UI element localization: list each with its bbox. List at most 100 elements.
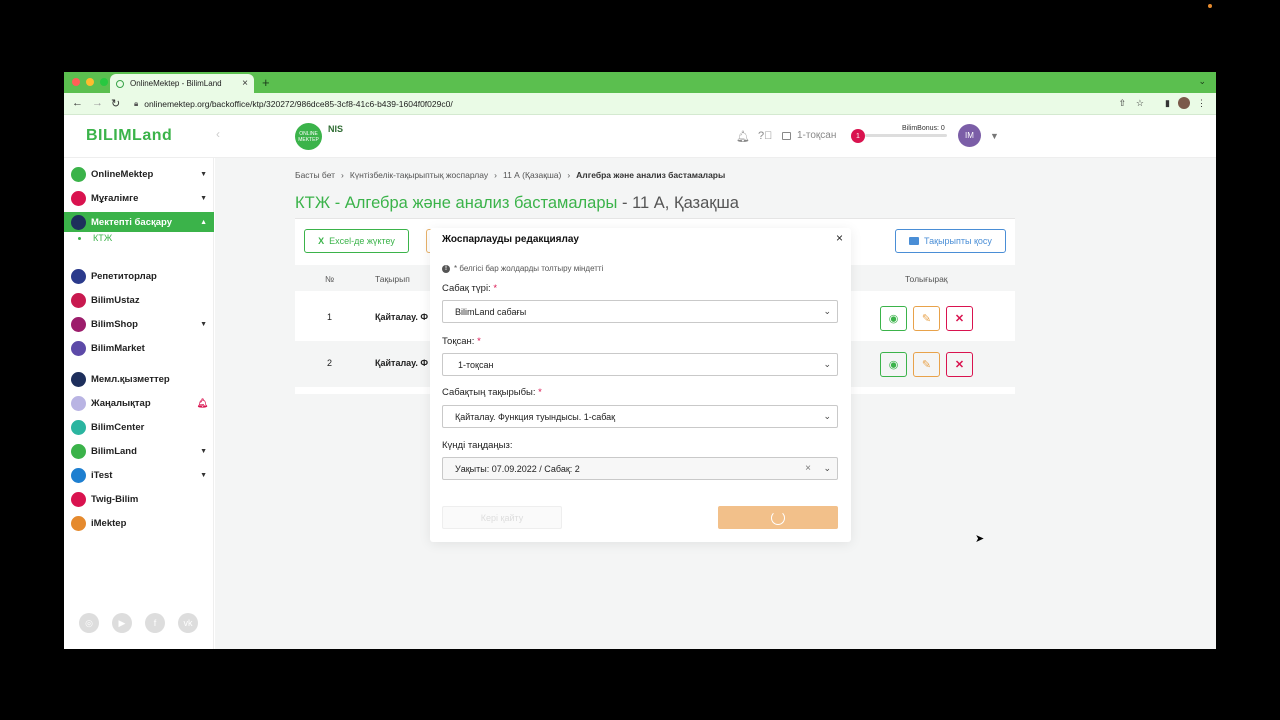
edit-plan-modal: Жоспарлауды редакциялау × ! * белгісі ба…	[430, 228, 851, 542]
edit-button[interactable]: ✎	[913, 352, 940, 377]
new-tab-button[interactable]: +	[262, 75, 270, 90]
column-header-num: №	[325, 274, 335, 284]
nis-logo: NIS	[328, 124, 344, 134]
date-value: Уақыты: 07.09.2022 / Сабақ: 2	[455, 463, 580, 474]
sidebar-item-bilimshop[interactable]: BilimShop ▼	[64, 314, 214, 334]
date-select[interactable]: Уақыты: 07.09.2022 / Сабақ: 2 × ⌄	[442, 457, 838, 480]
sidebar-item-onlinemektep[interactable]: OnlineMektep ▼	[64, 164, 214, 184]
row-topic: Қайталау. Ф	[375, 358, 429, 368]
clear-icon[interactable]: ×	[805, 463, 811, 474]
collapse-sidebar-icon[interactable]: ‹	[216, 127, 220, 141]
delete-button[interactable]: ✕	[946, 306, 973, 331]
sidebar-item-itest[interactable]: iTest ▼	[64, 465, 214, 485]
tab-close-icon[interactable]: ×	[242, 78, 248, 89]
chevron-up-icon[interactable]: ▲	[200, 219, 207, 226]
required-note: ! * белгісі бар жолдарды толтыру міндетт…	[442, 264, 603, 273]
calendar-icon	[782, 131, 791, 140]
bookmark-star-icon[interactable]: ☆	[1136, 98, 1144, 109]
reload-icon[interactable]: ↻	[111, 97, 120, 110]
sidebar-item-imektep[interactable]: iMektep	[64, 513, 214, 533]
breadcrumb-separator-icon: ›	[567, 170, 571, 180]
close-icon: ✕	[954, 313, 965, 325]
sidebar-item-label: OnlineMektep	[91, 168, 154, 180]
chevron-down-icon[interactable]: ▼	[200, 472, 207, 479]
breadcrumb: Басты бет › Күнтізбелік-тақырыптық жоспа…	[295, 170, 725, 180]
sidebar-item-label: BilimMarket	[91, 342, 145, 354]
forward-arrow-icon[interactable]: →	[92, 97, 103, 109]
help-icon[interactable]: ?⃝	[758, 130, 772, 142]
url-field[interactable]: 🔒︎ onlinemektep.org/backoffice/ktp/32027…	[134, 96, 1134, 112]
quarter-select[interactable]: 1-тоқсан ⌄	[442, 353, 838, 376]
excel-download-button[interactable]: X Excel-де жүктеу	[304, 229, 409, 253]
sidebar-item-twig-bilim[interactable]: Twig-Bilim	[64, 489, 214, 509]
minimize-window-button[interactable]	[86, 78, 94, 86]
breadcrumb-plan[interactable]: Күнтізбелік-тақырыптық жоспарлау	[350, 170, 488, 180]
sidebar-item-label: iTest	[91, 469, 113, 481]
sidebar-item-bilimustaz[interactable]: BilimUstaz	[64, 290, 214, 310]
bilimland-logo[interactable]: BILIMLand	[86, 127, 172, 145]
browser-tab[interactable]: OnlineMektep - BilimLand ×	[110, 74, 254, 93]
add-topic-button[interactable]: Тақырыпты қосу	[895, 229, 1006, 253]
excel-icon: X	[318, 236, 325, 246]
breadcrumb-separator-icon: ›	[494, 170, 497, 180]
sidebar-item-bilimland[interactable]: BilimLand ▼	[64, 441, 214, 461]
sidebar-item-label: Репетиторлар	[91, 270, 157, 282]
tab-search-chevron-icon[interactable]: ⌄	[1198, 76, 1206, 87]
view-button[interactable]: ◉	[880, 352, 907, 377]
sidebar-item-bilimmarket[interactable]: BilimMarket	[64, 338, 214, 358]
bilimcenter-icon	[71, 419, 86, 435]
eye-icon: ◉	[888, 359, 899, 371]
maximize-window-button[interactable]	[100, 78, 108, 86]
sidebar-toggle-icon[interactable]: ▮	[1165, 98, 1170, 109]
sidebar-sub-item-label: КТЖ	[93, 233, 113, 243]
sidebar-item-мұғалімге[interactable]: Мұғалімге ▼	[64, 188, 214, 208]
chevron-down-icon[interactable]: ▼	[200, 195, 207, 202]
column-header-more: Толығырақ	[905, 274, 948, 284]
edit-button[interactable]: ✎	[913, 306, 940, 331]
facebook-icon[interactable]: f	[145, 613, 165, 633]
row-number: 2	[327, 358, 333, 368]
row-number: 1	[327, 312, 333, 322]
bilimshop-icon	[71, 316, 86, 332]
share-icon[interactable]: ⇧	[1118, 98, 1126, 109]
lesson-type-select[interactable]: BilimLand сабағы ⌄	[442, 300, 838, 323]
sidebar-item-мемл-қызметтер[interactable]: Мемл.қызметтер	[64, 369, 214, 389]
chevron-down-icon[interactable]: ▼	[200, 171, 207, 178]
bullet-icon	[78, 236, 81, 240]
topic-select[interactable]: Қайталау. Функция туындысы. 1-сабақ ⌄	[442, 405, 838, 428]
save-button[interactable]	[718, 506, 838, 529]
social-links: ◎ ▶ f vk	[79, 613, 198, 633]
sidebar-item-мектепті-басқару[interactable]: Мектепті басқару ▲	[64, 212, 214, 232]
back-button[interactable]: Кері қайту	[442, 506, 562, 529]
user-menu-chevron-icon[interactable]: ▼	[990, 131, 999, 141]
required-mark: *	[493, 283, 498, 294]
sidebar-sub-item-ktzh[interactable]: КТЖ	[78, 233, 112, 243]
globe-icon	[116, 79, 124, 88]
sidebar-item-жаңалықтар[interactable]: Жаңалықтар 🔔︎	[64, 393, 214, 413]
sidebar-item-репетиторлар[interactable]: Репетиторлар	[64, 266, 214, 286]
chevron-down-icon[interactable]: ▼	[200, 448, 207, 455]
chevron-down-icon[interactable]: ▼	[200, 321, 207, 328]
sidebar-item-bilimcenter[interactable]: BilimCenter	[64, 417, 214, 437]
quarter-selector[interactable]: 1-тоқсан	[782, 130, 836, 141]
bell-icon[interactable]: 🔔︎	[736, 130, 750, 143]
user-avatar[interactable]: IM	[958, 124, 981, 147]
back-arrow-icon[interactable]: ←	[72, 97, 83, 109]
bilimmarket-icon	[71, 340, 86, 356]
profile-avatar[interactable]	[1178, 97, 1190, 109]
excel-download-label: Excel-де жүктеу	[329, 236, 395, 246]
vk-icon[interactable]: vk	[178, 613, 198, 633]
delete-button[interactable]: ✕	[946, 352, 973, 377]
youtube-icon[interactable]: ▶	[112, 613, 132, 633]
modal-title: Жоспарлауды редакциялау	[442, 234, 579, 245]
breadcrumb-home[interactable]: Басты бет	[295, 170, 335, 180]
kebab-menu-icon[interactable]: ⋮	[1197, 98, 1206, 109]
breadcrumb-class[interactable]: 11 А (Қазақша)	[503, 170, 561, 180]
bilimland-icon	[71, 443, 86, 459]
modal-close-button[interactable]: ×	[836, 231, 843, 245]
view-button[interactable]: ◉	[880, 306, 907, 331]
recording-indicator	[1208, 4, 1212, 8]
bonus-progress	[865, 134, 947, 137]
close-window-button[interactable]	[72, 78, 80, 86]
instagram-icon[interactable]: ◎	[79, 613, 99, 633]
